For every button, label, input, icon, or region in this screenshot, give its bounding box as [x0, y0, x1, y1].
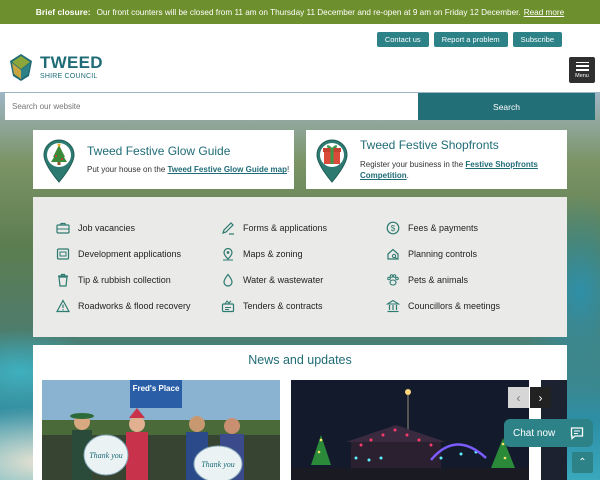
logo-subtitle: SHIRE COUNCIL [40, 73, 98, 80]
thank-you-card-text-1: Thank you [89, 451, 123, 460]
site-header: Contact us Report a problem Subscribe TW… [0, 24, 600, 92]
dollar-icon: $ [386, 221, 400, 235]
columns-icon [386, 299, 400, 313]
promo-card-shopfronts: Tweed Festive Shopfronts Register your b… [306, 130, 567, 189]
quick-link-forms[interactable]: Forms & applications [221, 221, 327, 235]
news-card-image-festive-lights[interactable] [291, 380, 529, 480]
quick-link-label: Tip & rubbish collection [78, 275, 171, 285]
logo-title: TWEED [40, 53, 103, 72]
quick-link-label: Fees & payments [408, 223, 479, 233]
menu-button[interactable]: Menu [569, 57, 595, 83]
chat-label: Chat now [513, 427, 556, 439]
search-bar: Search [5, 93, 595, 120]
bin-icon [58, 273, 68, 287]
quick-link-label: Tenders & contracts [243, 301, 323, 311]
carousel-next-button[interactable]: › [530, 387, 551, 408]
carousel-prev-button[interactable]: ‹ [508, 387, 529, 408]
christmas-tree-pin-icon [43, 139, 75, 183]
quick-link-planning[interactable]: Planning controls [386, 247, 477, 261]
quick-link-job-vacancies[interactable]: Job vacancies [56, 221, 135, 235]
news-card-image-volunteers[interactable]: Fred's Place Thank you Thank you [42, 380, 280, 480]
alert-label: Brief closure: [35, 7, 91, 17]
search-input[interactable] [5, 93, 418, 120]
quick-link-tenders[interactable]: Tenders & contracts [221, 299, 323, 313]
news-title: News and updates [248, 353, 352, 367]
hamburger-icon [575, 61, 589, 71]
chat-now-button[interactable]: Chat now [504, 419, 593, 447]
quick-link-label: Roadworks & flood recovery [78, 301, 191, 311]
search-button[interactable]: Search [418, 93, 595, 120]
report-problem-button[interactable]: Report a problem [433, 32, 508, 47]
quick-link-label: Pets & animals [408, 275, 469, 285]
building-icon [56, 248, 70, 260]
glow-guide-map-link[interactable]: Tweed Festive Glow Guide map [168, 165, 287, 174]
promo-title: Tweed Festive Glow Guide [87, 144, 231, 158]
thank-you-card-text-2: Thank you [201, 460, 235, 469]
promo-text: Register your business in the [360, 159, 464, 169]
briefcase-icon [56, 222, 70, 234]
quick-link-water[interactable]: Water & wastewater [221, 273, 323, 287]
contract-icon [221, 300, 235, 313]
paw-icon [387, 274, 399, 286]
photo-sign-text: Fred's Place [133, 384, 180, 393]
quick-link-label: Maps & zoning [243, 249, 303, 259]
news-section: News and updates Fred's Place Thank you … [33, 345, 567, 480]
contact-us-button[interactable]: Contact us [376, 32, 429, 47]
promo-card-glow-guide: Tweed Festive Glow Guide Put your house … [33, 130, 294, 189]
alert-bar: Brief closure: Our front counters will b… [0, 0, 600, 24]
quick-link-councillors[interactable]: Councillors & meetings [386, 299, 500, 313]
quick-link-roadworks[interactable]: Roadworks & flood recovery [56, 299, 191, 313]
promo-text-end: . [406, 171, 409, 181]
promo-text: Put your house on the [87, 165, 166, 175]
promo-title: Tweed Festive Shopfronts [360, 138, 499, 153]
promo-text-end: ! [286, 165, 290, 175]
pencil-icon [222, 222, 234, 235]
chevron-right-icon: › [538, 390, 543, 405]
quick-link-label: Councillors & meetings [408, 301, 501, 311]
chat-bubble-icon [570, 427, 584, 440]
quick-link-maps[interactable]: Maps & zoning [221, 247, 303, 261]
chevron-left-icon: ‹ [516, 390, 521, 405]
volunteers-photo: Fred's Place Thank you Thank you [42, 380, 280, 480]
house-search-icon [387, 248, 399, 260]
menu-label: Menu [575, 72, 589, 79]
quick-link-label: Development applications [78, 249, 182, 259]
map-pin-icon [223, 247, 233, 261]
warning-icon [56, 299, 70, 313]
alert-read-more-link[interactable]: Read more [524, 8, 565, 17]
back-to-top-button[interactable]: ⌃ [572, 452, 593, 473]
quick-link-rubbish[interactable]: Tip & rubbish collection [56, 273, 171, 287]
top-links: Contact us Report a problem Subscribe [376, 32, 562, 47]
alert-text: Our front counters will be closed from 1… [96, 7, 521, 17]
quick-link-pets[interactable]: Pets & animals [386, 273, 468, 287]
logo-mark-icon [10, 54, 32, 81]
quick-links-panel: Job vacancies Forms & applications $ Fee… [33, 197, 567, 337]
gift-pin-icon [316, 139, 348, 183]
site-logo[interactable]: TWEED SHIRE COUNCIL [8, 52, 103, 82]
quick-link-label: Job vacancies [78, 223, 136, 233]
quick-link-label: Water & wastewater [243, 275, 324, 285]
quick-link-label: Forms & applications [243, 223, 328, 233]
water-drop-icon [223, 273, 233, 287]
festive-lights-photo [291, 380, 529, 480]
quick-link-fees[interactable]: $ Fees & payments [386, 221, 478, 235]
double-chevron-up-icon: ⌃ [578, 457, 587, 468]
subscribe-button[interactable]: Subscribe [512, 32, 562, 47]
quick-link-label: Planning controls [408, 249, 478, 259]
quick-link-development[interactable]: Development applications [56, 247, 181, 261]
svg-text:$: $ [391, 224, 396, 233]
